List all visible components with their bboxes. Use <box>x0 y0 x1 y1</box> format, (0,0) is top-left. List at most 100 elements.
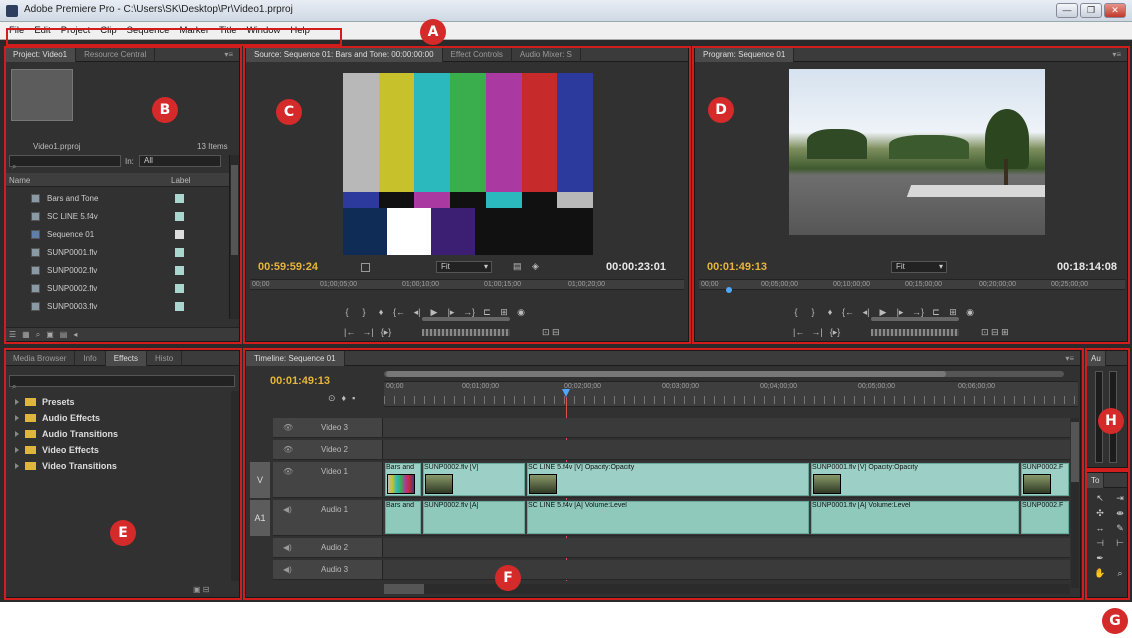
source-time-ruler[interactable]: 00;00 01;00;05;00 01;00;10;00 01;00;15;0… <box>250 279 684 290</box>
eye-icon[interactable]: 👁 <box>283 445 293 454</box>
marker-icon[interactable]: ♦ <box>825 307 835 318</box>
tab-audio-mixer[interactable]: Audio Mixer: S <box>512 47 581 62</box>
effects-folder-presets[interactable]: Presets <box>15 397 75 407</box>
export-frame-icon[interactable]: ◉ <box>965 307 975 318</box>
clip-sunp0001-video[interactable]: SUNP0001.flv [V] Opacity:Opacity <box>811 463 1019 496</box>
tab-effect-controls[interactable]: Effect Controls <box>443 47 512 62</box>
effects-folder-video-effects[interactable]: Video Effects <box>15 445 99 455</box>
program-timecode-current[interactable]: 00:01:49:13 <box>707 261 767 273</box>
source-marker-button[interactable] <box>361 263 370 272</box>
project-item[interactable]: Bars and Tone <box>5 189 237 207</box>
jog-shuttle-slider[interactable] <box>422 317 510 321</box>
mark-out-icon[interactable]: } <box>359 307 369 318</box>
clip-sunp0002b-audio[interactable]: SUNP0002.F <box>1021 501 1069 534</box>
project-item[interactable]: SC LINE 5.f4v <box>5 207 237 225</box>
menu-title[interactable]: Title <box>214 22 242 39</box>
timeline-timecode[interactable]: 00:01:49:13 <box>270 375 330 387</box>
project-search-input[interactable]: ⌕ <box>9 155 121 171</box>
tab-tools[interactable]: To <box>1087 473 1105 488</box>
audio-target-tag[interactable]: A1 <box>250 500 270 536</box>
ripple-edit-tool-icon[interactable]: ✣ <box>1092 508 1108 519</box>
play-in-to-out-icon[interactable]: {▸} <box>830 327 841 338</box>
new-item-icon[interactable]: ▤ <box>60 330 74 339</box>
find-icon[interactable]: ⌕ <box>36 330 46 339</box>
project-item[interactable]: SUNP0002.flv <box>5 279 237 297</box>
mark-in-icon[interactable]: { <box>342 307 352 318</box>
pen-tool-icon[interactable]: ✒ <box>1092 553 1108 564</box>
slide-tool-icon[interactable]: ⊢ <box>1112 538 1128 549</box>
menu-clip[interactable]: Clip <box>95 22 121 39</box>
menu-project[interactable]: Project <box>56 22 96 39</box>
eye-icon[interactable]: 👁 <box>283 467 293 476</box>
razor-tool-icon[interactable]: ✎ <box>1112 523 1128 534</box>
project-item[interactable]: SUNP0001.flv <box>5 243 237 261</box>
effects-scrollbar[interactable] <box>231 391 239 581</box>
tab-resource-central[interactable]: Resource Central <box>76 47 156 62</box>
source-fit-select[interactable]: Fit ▾ <box>436 261 492 273</box>
effects-folder-audio-transitions[interactable]: Audio Transitions <box>15 429 118 439</box>
mark-out-icon[interactable]: } <box>808 307 818 318</box>
go-to-next-icon[interactable]: →| <box>362 327 373 338</box>
program-playhead-icon[interactable] <box>726 287 732 293</box>
tab-project[interactable]: Project: Video1 <box>5 47 77 62</box>
menu-file[interactable]: File <box>4 22 29 39</box>
new-bin-icon[interactable]: ▣ <box>46 330 60 339</box>
menu-edit[interactable]: Edit <box>29 22 55 39</box>
tab-media-browser[interactable]: Media Browser <box>5 351 76 366</box>
maximize-button[interactable]: ❐ <box>1080 3 1102 18</box>
program-output-icons[interactable]: ⊡ ⊟ ⊞ <box>981 327 1009 338</box>
safe-margins-icon[interactable]: ⊡ ⊟ <box>542 327 560 338</box>
in-filter-select[interactable]: All <box>139 155 221 167</box>
go-to-previous-icon[interactable]: |← <box>344 327 355 338</box>
new-custom-bin-icon[interactable]: ▣ ⊟ <box>193 585 209 594</box>
tab-source[interactable]: Source: Sequence 01: Bars and Tone: 00:0… <box>246 47 443 62</box>
mark-in-icon[interactable]: { <box>791 307 801 318</box>
clip-sc-line-audio[interactable]: SC LINE 5.f4v [A] Volume:Level <box>527 501 809 534</box>
clip-sunp0001-audio[interactable]: SUNP0001.flv [A] Volume:Level <box>811 501 1019 534</box>
tab-info[interactable]: Info <box>75 351 106 366</box>
track-select-tool-icon[interactable]: ⇥ <box>1112 493 1128 504</box>
step-back-icon[interactable]: ◂| <box>412 307 422 318</box>
column-name[interactable]: Name <box>9 176 30 185</box>
effects-search-input[interactable]: ⌕ <box>9 375 235 391</box>
source-output-icon[interactable]: ◈ <box>532 261 539 272</box>
panel-menu-icon[interactable]: ▾≡ <box>224 50 233 59</box>
effects-folder-audio-effects[interactable]: Audio Effects <box>15 413 100 423</box>
video-target-tag[interactable]: V <box>250 462 270 498</box>
close-button[interactable]: ✕ <box>1104 3 1126 18</box>
zoom-tool-icon[interactable]: ⌕ <box>1112 568 1128 579</box>
timeline-horizontal-scrollbar[interactable] <box>384 584 1070 594</box>
set-marker-icon[interactable]: ♦ <box>342 393 353 403</box>
timeline-zoom-bar[interactable] <box>384 371 1064 377</box>
project-item[interactable]: Sequence 01 <box>5 225 237 243</box>
menu-sequence[interactable]: Sequence <box>122 22 175 39</box>
export-frame-icon[interactable]: ◉ <box>516 307 526 318</box>
speaker-icon[interactable]: ◀) <box>283 543 292 552</box>
step-back-icon[interactable]: ◂| <box>861 307 871 318</box>
hand-tool-icon[interactable]: ✋ <box>1092 568 1108 579</box>
rolling-edit-tool-icon[interactable]: ⇼ <box>1112 508 1128 519</box>
project-item[interactable]: SUNP0002.flv <box>5 261 237 279</box>
speaker-icon[interactable]: ◀) <box>283 505 292 514</box>
tab-audio-meters[interactable]: Au <box>1087 351 1106 366</box>
menu-window[interactable]: Window <box>242 22 286 39</box>
timeline-time-ruler[interactable]: 00;00 00;01;00;00 00;02;00;00 00;03;00;0… <box>384 381 1078 407</box>
scroll-left-icon[interactable]: ◂ <box>73 330 83 339</box>
menu-help[interactable]: Help <box>285 22 315 39</box>
icon-view-icon[interactable]: ▦ <box>22 330 36 339</box>
tab-effects[interactable]: Effects <box>105 351 148 366</box>
play-in-to-out-icon[interactable]: {▸} <box>381 327 392 338</box>
selection-tool-icon[interactable]: ↖ <box>1092 493 1108 504</box>
go-to-next-icon[interactable]: →| <box>811 327 822 338</box>
program-time-ruler[interactable]: 00;00 00;05;00;00 00;10;00;00 00;15;00;0… <box>699 279 1125 290</box>
project-item[interactable]: SUNP0003.flv <box>5 297 237 315</box>
snap-icon[interactable]: ⊙ <box>328 393 342 403</box>
slip-tool-icon[interactable]: ⊣ <box>1092 538 1108 549</box>
project-scrollbar[interactable] <box>229 155 239 319</box>
program-fit-select[interactable]: Fit ▾ <box>891 261 947 273</box>
jog-wheel[interactable] <box>422 329 510 336</box>
list-view-icon[interactable]: ☰ <box>9 330 22 339</box>
tab-timeline[interactable]: Timeline: Sequence 01 <box>246 351 345 366</box>
minimize-button[interactable]: — <box>1056 3 1078 18</box>
menu-marker[interactable]: Marker <box>174 22 214 39</box>
